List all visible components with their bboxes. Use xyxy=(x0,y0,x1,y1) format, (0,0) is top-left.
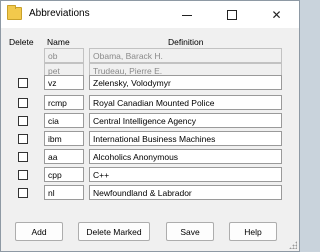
delete-marked-button[interactable]: Delete Marked xyxy=(78,222,150,241)
abbreviation-row: cpp C++ xyxy=(1,167,299,182)
name-field[interactable]: aa xyxy=(44,149,84,164)
title-bar[interactable]: Abbreviations ✕ xyxy=(1,1,299,28)
definition-field[interactable]: C++ xyxy=(89,167,282,182)
delete-checkbox[interactable] xyxy=(18,152,28,162)
name-field[interactable]: cpp xyxy=(44,167,84,182)
abbreviations-window: Abbreviations ✕ Delete Name Definition o… xyxy=(0,0,300,252)
window-title: Abbreviations xyxy=(29,8,90,19)
minimize-button[interactable] xyxy=(164,1,209,28)
save-button[interactable]: Save xyxy=(166,222,214,241)
close-button[interactable]: ✕ xyxy=(254,1,299,28)
delete-checkbox[interactable] xyxy=(18,78,28,88)
delete-checkbox[interactable] xyxy=(18,188,28,198)
readonly-row: ob Obama, Barack H. xyxy=(1,48,299,63)
abbreviation-row: ibm International Business Machines xyxy=(1,131,299,146)
definition-field[interactable]: Newfoundland & Labrador xyxy=(89,185,282,200)
name-field[interactable]: ibm xyxy=(44,131,84,146)
definition-field[interactable]: Alcoholics Anonymous xyxy=(89,149,282,164)
definition-column-header: Definition xyxy=(168,37,204,47)
delete-checkbox[interactable] xyxy=(18,116,28,126)
delete-checkbox[interactable] xyxy=(18,170,28,180)
abbreviation-row: nl Newfoundland & Labrador xyxy=(1,185,299,200)
resize-grip[interactable] xyxy=(289,241,297,249)
close-icon: ✕ xyxy=(271,7,282,22)
maximize-icon xyxy=(226,9,237,20)
delete-checkbox[interactable] xyxy=(18,98,28,108)
name-field[interactable]: rcmp xyxy=(44,95,84,110)
name-field-readonly: ob xyxy=(44,48,84,63)
abbreviation-row: aa Alcoholics Anonymous xyxy=(1,149,299,164)
help-button[interactable]: Help xyxy=(229,222,277,241)
abbreviation-row: cia Central Intelligence Agency xyxy=(1,113,299,128)
delete-column-header: Delete xyxy=(9,37,34,47)
minimize-icon xyxy=(181,15,192,16)
abbreviation-row: vz Zelensky, Volodymyr xyxy=(1,75,299,90)
maximize-button[interactable] xyxy=(209,1,254,28)
add-button[interactable]: Add xyxy=(15,222,63,241)
definition-field[interactable]: Central Intelligence Agency xyxy=(89,113,282,128)
name-field[interactable]: nl xyxy=(44,185,84,200)
definition-field-readonly: Obama, Barack H. xyxy=(89,48,282,63)
name-field[interactable]: vz xyxy=(44,75,84,90)
name-column-header: Name xyxy=(47,37,70,47)
definition-field[interactable]: Zelensky, Volodymyr xyxy=(89,75,282,90)
delete-checkbox[interactable] xyxy=(18,134,28,144)
abbreviation-row: rcmp Royal Canadian Mounted Police xyxy=(1,95,299,110)
definition-field[interactable]: Royal Canadian Mounted Police xyxy=(89,95,282,110)
name-field[interactable]: cia xyxy=(44,113,84,128)
folder-icon xyxy=(7,5,22,20)
definition-field[interactable]: International Business Machines xyxy=(89,131,282,146)
